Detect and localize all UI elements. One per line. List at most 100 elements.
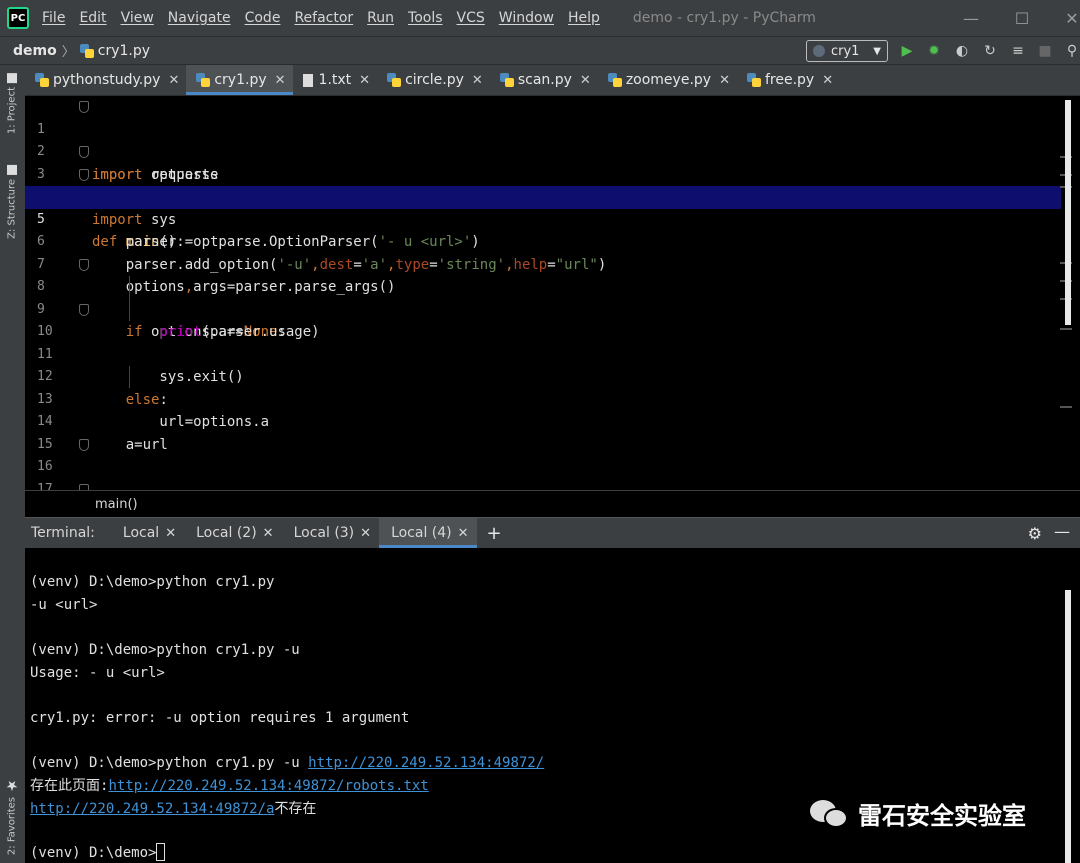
- navigation-bar: demo 〉 cry1.py cry1 ▼ ▶ ✹ ◐ ↻ ≡ ■ ⚲: [0, 36, 1080, 65]
- editor-tab-free[interactable]: free.py ✕: [737, 65, 840, 95]
- url-link[interactable]: http://220.249.52.134:49872/: [308, 755, 544, 771]
- editor-tab-1txt[interactable]: 1.txt ✕: [293, 65, 378, 95]
- text-cursor: [156, 843, 166, 861]
- editor-tab-cry1[interactable]: cry1.py ✕: [186, 65, 293, 95]
- close-tab-icon[interactable]: ✕: [472, 73, 483, 88]
- terminal-scrollbar[interactable]: [1062, 590, 1074, 863]
- hide-panel-icon[interactable]: —: [1054, 522, 1070, 541]
- terminal-line: (venv) D:\demo>python cry1.py -u http://…: [30, 752, 544, 774]
- favorites-tool-tab[interactable]: 2: Favorites ★: [2, 777, 22, 855]
- menu-refactor[interactable]: Refactor: [294, 10, 353, 26]
- close-tab-icon[interactable]: ✕: [580, 73, 591, 88]
- menu-navigate[interactable]: Navigate: [168, 10, 231, 26]
- terminal-tab-label: Local (3): [293, 525, 355, 541]
- python-file-icon: [746, 73, 761, 87]
- editor-tab-scan[interactable]: scan.py ✕: [490, 65, 598, 95]
- editor-tab-zoomeye[interactable]: zoomeye.py ✕: [598, 65, 737, 95]
- code-line: 15: [25, 411, 1061, 452]
- prompt-text: (venv) D:\demo>: [30, 845, 157, 861]
- python-file-icon: [196, 73, 211, 87]
- close-tab-icon[interactable]: ✕: [719, 73, 730, 88]
- code-line: 10 sys.exit(): [25, 299, 1061, 385]
- structure-tool-tab[interactable]: Z: Structure: [2, 165, 22, 239]
- close-tab-icon[interactable]: ✕: [168, 73, 179, 88]
- fold-marker-icon[interactable]: [79, 168, 89, 181]
- indent-guide: [129, 366, 130, 388]
- code-line: 3 import sys: [25, 141, 1061, 228]
- editor-tab-circle[interactable]: circle.py ✕: [377, 65, 490, 95]
- terminal-line: (venv) D:\demo>python cry1.py -u: [30, 642, 300, 658]
- coverage-icon[interactable]: ◐: [952, 42, 972, 60]
- editor-tab-label: free.py: [764, 72, 815, 88]
- close-tab-icon[interactable]: ✕: [263, 526, 274, 541]
- search-icon[interactable]: ⚲: [1062, 42, 1080, 60]
- project-tool-tab[interactable]: 1: Project: [2, 73, 22, 134]
- close-icon[interactable]: ✕: [1052, 0, 1080, 36]
- menu-help[interactable]: Help: [568, 10, 600, 26]
- dropdown-arrow-icon: ▼: [873, 45, 881, 57]
- menu-file[interactable]: File: [42, 10, 65, 26]
- close-tab-icon[interactable]: ✕: [822, 73, 833, 88]
- python-file-icon: [35, 73, 49, 87]
- wechat-watermark: 雷石安全实验室: [810, 796, 1026, 831]
- url-link[interactable]: http://220.249.52.134:49872/a: [30, 801, 274, 817]
- terminal-tab-label: Local (2): [196, 525, 257, 541]
- run-configuration-label: cry1: [831, 43, 860, 59]
- run-configuration-select[interactable]: cry1 ▼: [806, 40, 888, 62]
- menu-code[interactable]: Code: [245, 10, 281, 26]
- left-tool-strip: 1: Project Z: Structure 2: Favorites ★: [0, 65, 25, 863]
- terminal-line: -u <url>: [30, 597, 98, 613]
- breadcrumb-function[interactable]: main(): [95, 497, 138, 512]
- maximize-icon[interactable]: ☐: [1002, 0, 1042, 36]
- close-tab-icon[interactable]: ✕: [359, 73, 370, 88]
- editor-tab-bar: pythonstudy.py ✕ cry1.py ✕ 1.txt ✕ circle.p…: [25, 65, 1080, 96]
- code-line: 12 else:: [25, 344, 1061, 408]
- scrollbar-thumb[interactable]: [1065, 100, 1071, 325]
- menu-edit[interactable]: Edit: [79, 10, 106, 26]
- window-title: demo - cry1.py - PyCharm: [632, 10, 816, 26]
- editor-tab-label: cry1.py: [214, 72, 267, 88]
- code-editor[interactable]: 1 import requests 2 import optparse 3 im…: [25, 96, 1080, 490]
- terminal-tab-local[interactable]: Local ✕: [111, 518, 184, 548]
- watermark-text: 雷石安全实验室: [858, 802, 1026, 830]
- breadcrumb-project[interactable]: demo: [13, 43, 57, 59]
- terminal-tab-local-2[interactable]: Local (2) ✕: [184, 518, 281, 548]
- close-tab-icon[interactable]: ✕: [458, 526, 469, 541]
- menu-tools[interactable]: Tools: [408, 10, 443, 26]
- stop-icon[interactable]: ■: [1035, 42, 1055, 60]
- scrollbar-thumb[interactable]: [1065, 590, 1071, 863]
- code-line: 6 parser.add_option('-u',dest='a',type='…: [25, 209, 1061, 273]
- terminal-line: 存在此页面:http://220.249.52.134:49872/robots…: [30, 775, 429, 797]
- debug-icon[interactable]: ✹: [924, 42, 944, 60]
- profile-icon[interactable]: ↻: [980, 42, 1000, 60]
- url-link[interactable]: http://220.249.52.134:49872/robots.txt: [108, 778, 428, 794]
- fold-marker-icon[interactable]: [79, 303, 89, 316]
- chevron-right-icon: 〉: [61, 45, 75, 60]
- gear-icon[interactable]: ⚙: [1028, 524, 1042, 543]
- wechat-logo-icon: [810, 798, 850, 830]
- fold-marker-icon[interactable]: [79, 438, 89, 451]
- close-tab-icon[interactable]: ✕: [275, 73, 286, 88]
- code-line: 16 with open("1.txt","r") as f:: [25, 434, 1061, 474]
- fold-marker-icon[interactable]: [79, 258, 89, 271]
- close-tab-icon[interactable]: ✕: [165, 526, 176, 541]
- menu-run[interactable]: Run: [367, 10, 394, 26]
- build-icon[interactable]: ≡: [1008, 42, 1028, 60]
- menu-vcs[interactable]: VCS: [457, 10, 485, 26]
- run-icon[interactable]: ▶: [897, 42, 917, 60]
- code-line-current: 5 parser =optparse.OptionParser('- u <ur…: [25, 186, 1061, 250]
- breadcrumb-file[interactable]: cry1.py: [98, 43, 150, 59]
- close-tab-icon[interactable]: ✕: [360, 526, 371, 541]
- editor-tab-pythonstudy[interactable]: pythonstudy.py ✕: [25, 65, 186, 95]
- terminal-tab-label: Local: [122, 525, 160, 541]
- editor-scrollbar[interactable]: [1062, 96, 1074, 490]
- fold-marker-icon[interactable]: [79, 146, 89, 158]
- terminal-tab-local-4[interactable]: Local (4) ✕: [379, 518, 478, 548]
- fold-marker-icon[interactable]: [79, 101, 89, 113]
- menu-view[interactable]: View: [121, 10, 154, 26]
- minimize-icon[interactable]: —: [951, 0, 991, 36]
- menu-window[interactable]: Window: [499, 10, 554, 26]
- terminal-line: Usage: - u <url>: [30, 665, 165, 681]
- add-terminal-button[interactable]: +: [487, 518, 502, 548]
- terminal-tab-local-3[interactable]: Local (3) ✕: [282, 518, 379, 548]
